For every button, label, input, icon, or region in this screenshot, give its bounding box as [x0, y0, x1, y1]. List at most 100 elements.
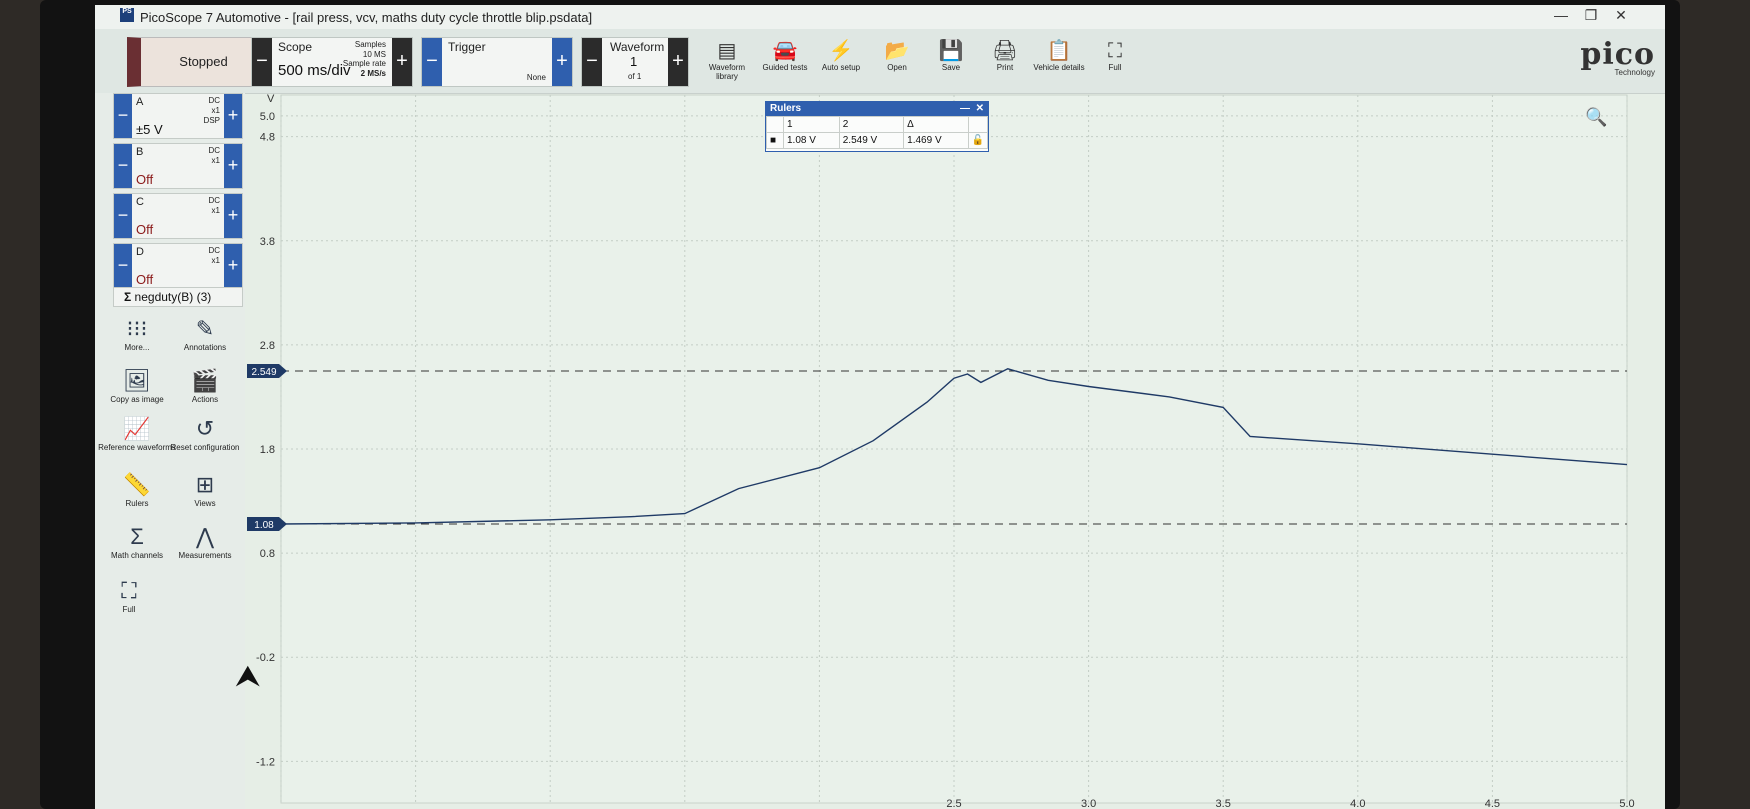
pico-logo: pico Technology: [1580, 37, 1655, 77]
auto-setup-button[interactable]: ⚡ Auto setup: [811, 39, 871, 72]
close-icon[interactable]: ✕: [976, 102, 984, 116]
channel-b-card[interactable]: − B DC x1 Off +: [113, 143, 243, 189]
channel-a-decrease-button[interactable]: −: [114, 94, 132, 138]
channel-b-increase-button[interactable]: +: [224, 144, 242, 188]
grid-view-icon: ⊞: [195, 472, 215, 497]
minimize-icon[interactable]: —: [960, 102, 970, 116]
save-button[interactable]: 💾 Save: [921, 39, 981, 72]
lock-icon[interactable]: 🔓: [967, 132, 989, 149]
close-icon[interactable]: ✕: [1607, 7, 1635, 24]
waveform-next-button[interactable]: +: [668, 38, 688, 86]
x-tick-label: 3.0: [1081, 798, 1096, 809]
ruler-level-label: 2.549: [251, 367, 276, 378]
x-tick-label: 5.0: [1619, 798, 1634, 809]
channel-d-name: D: [136, 246, 144, 258]
run-stop-button[interactable]: Stopped: [127, 37, 267, 87]
trigger-decrease-button[interactable]: −: [422, 38, 442, 86]
y-axis-unit-label: V: [267, 93, 275, 105]
car-icon: 🚘: [772, 40, 798, 62]
ruler-delta-value: 1.469 V: [903, 132, 969, 149]
channel-b-name: B: [136, 146, 144, 158]
sample-rate-value: 2 MS/s: [360, 69, 386, 78]
channel-c-coupling: DC x1: [208, 196, 220, 215]
ruler-2-value: 2.549 V: [838, 132, 905, 149]
trigger-label: Trigger: [448, 40, 486, 54]
ruler-1-value: 1.08 V: [783, 132, 840, 149]
guided-tests-button[interactable]: 🚘 Guided tests: [755, 39, 815, 72]
annotations-button[interactable]: ✎ Annotations: [165, 315, 245, 352]
timebase-value[interactable]: 500 ms/div: [278, 62, 351, 79]
y-tick-label: 3.8: [260, 236, 275, 248]
channel-d-coupling: DC x1: [208, 246, 220, 265]
views-button[interactable]: ⊞ Views: [165, 471, 245, 508]
waveform-previous-button[interactable]: −: [582, 38, 602, 86]
vehicle-details-button[interactable]: 📋 Vehicle details: [1029, 39, 1089, 72]
scope-plot[interactable]: 5.04.83.82.81.80.8-0.2-1.2V2.5 3.0 3.5 4.0 4…: [247, 93, 1665, 809]
timebase-decrease-button[interactable]: −: [252, 38, 272, 86]
waveform-library-button[interactable]: ▤ Waveform library: [697, 39, 757, 81]
save-icon: 💾: [938, 40, 964, 62]
y-tick-label: 0.8: [260, 548, 275, 560]
trigger-increase-button[interactable]: +: [552, 38, 572, 86]
channel-a-coupling: DC x1 DSP: [203, 96, 220, 125]
app-window: PS PicoScope 7 Automotive - [rail press,…: [95, 5, 1665, 809]
trigger-mode[interactable]: None: [527, 73, 546, 82]
y-tick-label: 5.0: [260, 111, 275, 123]
channel-a-card[interactable]: − A DC x1 DSP ±5 V +: [113, 93, 243, 139]
channel-c-decrease-button[interactable]: −: [114, 194, 132, 238]
waveform-label: Waveform: [610, 40, 665, 54]
waveform-library-icon: ▤: [717, 40, 737, 62]
channel-c-name: C: [136, 196, 144, 208]
waveform-group: − Waveform 1 of 1 +: [581, 37, 689, 87]
full-screen-button[interactable]: ⛶ Full: [1085, 39, 1145, 72]
trigger-group: − Trigger None +: [421, 37, 573, 87]
rulers-table: 1 2 Δ ■ 1.08 V 2.549 V 1.469 V 🔓: [766, 116, 989, 149]
open-button[interactable]: 📂 Open: [867, 39, 927, 72]
channel-a-range: ±5 V: [136, 122, 163, 137]
x-tick-label: 4.0: [1350, 798, 1365, 809]
folder-icon: 📂: [884, 40, 910, 62]
full-view-button[interactable]: ⛶ Full: [95, 577, 169, 614]
sample-rate-label: Sample rate: [342, 59, 386, 68]
calipers-icon: ⋀: [195, 524, 215, 549]
channel-d-increase-button[interactable]: +: [224, 244, 242, 288]
clipboard-icon: 📋: [1046, 40, 1072, 62]
channel-d-decrease-button[interactable]: −: [114, 244, 132, 288]
x-tick-label: 2.5: [946, 798, 961, 809]
annotations-icon: ✎: [195, 316, 215, 341]
channel-c-increase-button[interactable]: +: [224, 194, 242, 238]
window-title: PicoScope 7 Automotive - [rail press, vc…: [140, 10, 593, 25]
fullscreen-icon: ⛶: [121, 578, 137, 603]
rulers-panel-header[interactable]: Rulers — ✕: [766, 102, 988, 116]
channel-d-range: Off: [136, 272, 154, 287]
y-tick-label: 4.8: [260, 132, 275, 144]
channel-b-decrease-button[interactable]: −: [114, 144, 132, 188]
actions-button[interactable]: 🎬 Actions: [165, 367, 245, 404]
print-button[interactable]: 🖨 Print: [975, 39, 1035, 72]
main-toolbar: Stopped − Scope 500 ms/div Samples 10 MS…: [95, 29, 1665, 94]
restore-icon[interactable]: ❐: [1577, 7, 1605, 24]
rulers-panel[interactable]: Rulers — ✕ 1 2 Δ ■ 1.08 V 2.549 V 1.469 …: [765, 101, 989, 152]
timebase-increase-button[interactable]: +: [392, 38, 412, 86]
channel-d-card[interactable]: − D DC x1 Off +: [113, 243, 243, 289]
samples-label: Samples: [354, 40, 386, 49]
channel-c-card[interactable]: − C DC x1 Off +: [113, 193, 243, 239]
channel-b-range: Off: [136, 172, 154, 187]
reset-configuration-button[interactable]: ↺ Reset configuration: [165, 415, 245, 452]
magic-wand-icon: ⚡: [828, 40, 854, 62]
y-tick-label: -1.2: [256, 756, 275, 768]
minimize-icon[interactable]: —: [1547, 7, 1575, 23]
zoom-icon[interactable]: 🔍: [1585, 105, 1607, 128]
ruler-marker-icon: ■: [766, 132, 784, 149]
reset-icon: ↺: [195, 416, 215, 441]
x-tick-label: 4.5: [1485, 798, 1500, 809]
fullscreen-icon: ⛶: [1108, 40, 1122, 62]
channel-c-range: Off: [136, 222, 154, 237]
samples-value: 10 MS: [362, 50, 386, 59]
waveform-count: of 1: [628, 72, 642, 81]
math-channel-chip[interactable]: Σ negduty(B) (3): [113, 287, 243, 307]
measurements-button[interactable]: ⋀ Measurements: [165, 523, 245, 560]
channel-a-name: A: [136, 96, 144, 108]
waveform-index: 1: [630, 54, 638, 69]
channel-a-increase-button[interactable]: +: [224, 94, 242, 138]
